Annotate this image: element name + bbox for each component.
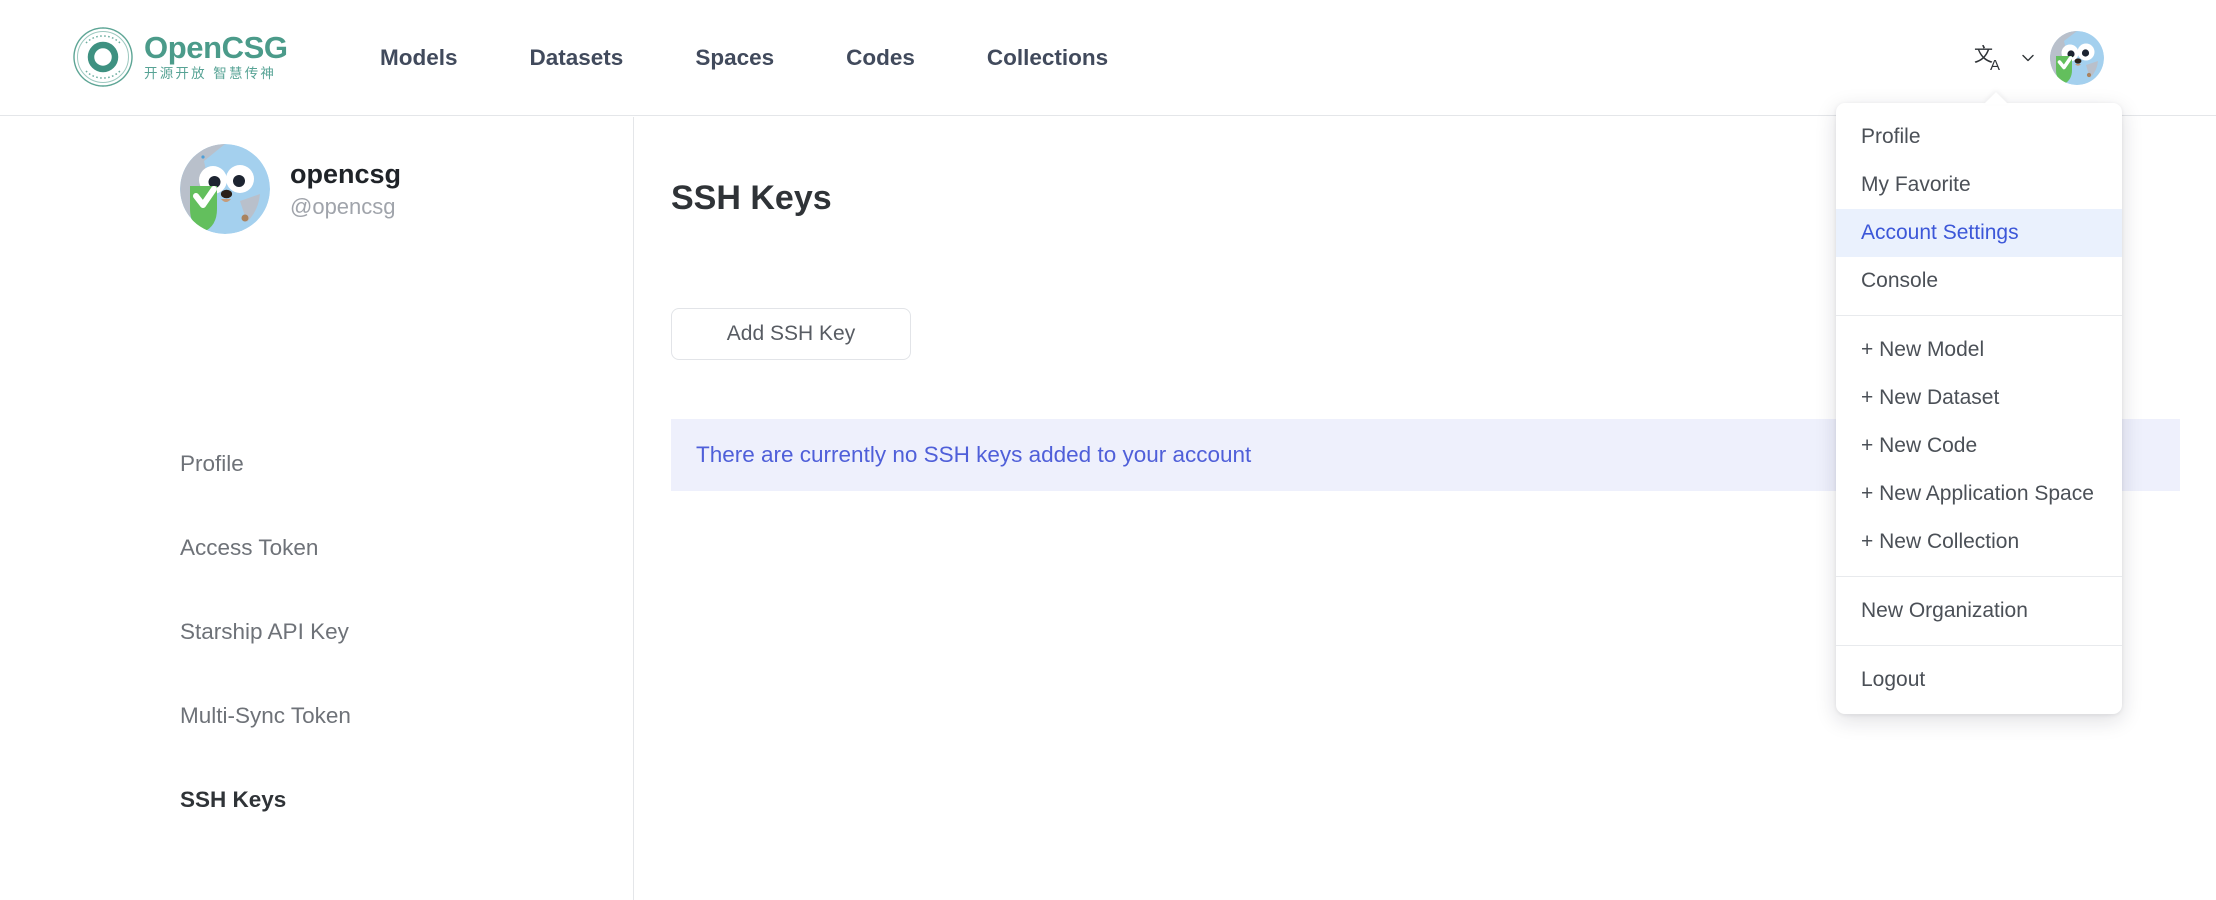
language-switcher[interactable]: 文 A xyxy=(1974,42,2036,74)
dropdown-caret-icon xyxy=(1984,92,2008,104)
nav-item-spaces[interactable]: Spaces xyxy=(659,45,810,71)
menu-separator xyxy=(1836,576,2122,577)
svg-text:A: A xyxy=(1990,57,2000,74)
sidebar-item-ssh-keys[interactable]: SSH Keys xyxy=(180,758,351,842)
menu-item-profile[interactable]: Profile xyxy=(1836,113,2122,161)
brand-title: OpenCSG xyxy=(144,32,288,63)
nav-item-collections[interactable]: Collections xyxy=(951,45,1144,71)
add-ssh-key-button[interactable]: Add SSH Key xyxy=(671,308,911,360)
menu-item-my-favorite[interactable]: My Favorite xyxy=(1836,161,2122,209)
sidebar-item-starship-api-key[interactable]: Starship API Key xyxy=(180,590,351,674)
chevron-down-icon xyxy=(2020,50,2036,66)
nav-item-models[interactable]: Models xyxy=(344,45,494,71)
top-header: OpenCSG 开源开放 智慧传神 Models Datasets Spaces… xyxy=(0,0,2216,116)
translate-icon: 文 A xyxy=(1974,42,2010,74)
nav-item-datasets[interactable]: Datasets xyxy=(494,45,660,71)
brand-wordmark: OpenCSG 开源开放 智慧传神 xyxy=(144,32,288,82)
sidebar-item-multi-sync-token[interactable]: Multi-Sync Token xyxy=(180,674,351,758)
sidebar-nav: Profile Access Token Starship API Key Mu… xyxy=(180,422,351,842)
page-title: SSH Keys xyxy=(671,179,832,218)
sidebar-user-names: opencsg @opencsg xyxy=(290,159,401,219)
menu-item-new-application-space[interactable]: + New Application Space xyxy=(1836,470,2122,518)
avatar[interactable] xyxy=(2050,31,2104,85)
sidebar-item-access-token[interactable]: Access Token xyxy=(180,506,351,590)
menu-separator xyxy=(1836,315,2122,316)
sidebar-user-name: opencsg xyxy=(290,159,401,190)
menu-item-new-collection[interactable]: + New Collection xyxy=(1836,518,2122,566)
menu-item-new-dataset[interactable]: + New Dataset xyxy=(1836,374,2122,422)
brand-subtitle: 开源开放 智慧传神 xyxy=(144,68,288,82)
nav-item-codes[interactable]: Codes xyxy=(810,45,951,71)
opencsg-ring-logo-icon xyxy=(72,26,134,88)
empty-state-message: There are currently no SSH keys added to… xyxy=(696,442,1251,468)
brand-logo[interactable]: OpenCSG 开源开放 智慧传神 xyxy=(72,26,288,88)
sidebar-user-block: opencsg @opencsg xyxy=(180,144,401,234)
sidebar-item-profile[interactable]: Profile xyxy=(180,422,351,506)
menu-item-new-model[interactable]: + New Model xyxy=(1836,326,2122,374)
menu-item-logout[interactable]: Logout xyxy=(1836,656,2122,704)
sidebar-user-handle: @opencsg xyxy=(290,194,401,219)
account-sidebar: opencsg @opencsg Profile Access Token St… xyxy=(0,117,634,900)
user-menu-dropdown: Profile My Favorite Account Settings Con… xyxy=(1836,103,2122,714)
menu-item-console[interactable]: Console xyxy=(1836,257,2122,305)
main-nav: Models Datasets Spaces Codes Collections xyxy=(344,0,1144,116)
menu-separator xyxy=(1836,645,2122,646)
sidebar-avatar xyxy=(180,144,270,234)
menu-item-new-organization[interactable]: New Organization xyxy=(1836,587,2122,635)
menu-item-account-settings[interactable]: Account Settings xyxy=(1836,209,2122,257)
menu-item-new-code[interactable]: + New Code xyxy=(1836,422,2122,470)
